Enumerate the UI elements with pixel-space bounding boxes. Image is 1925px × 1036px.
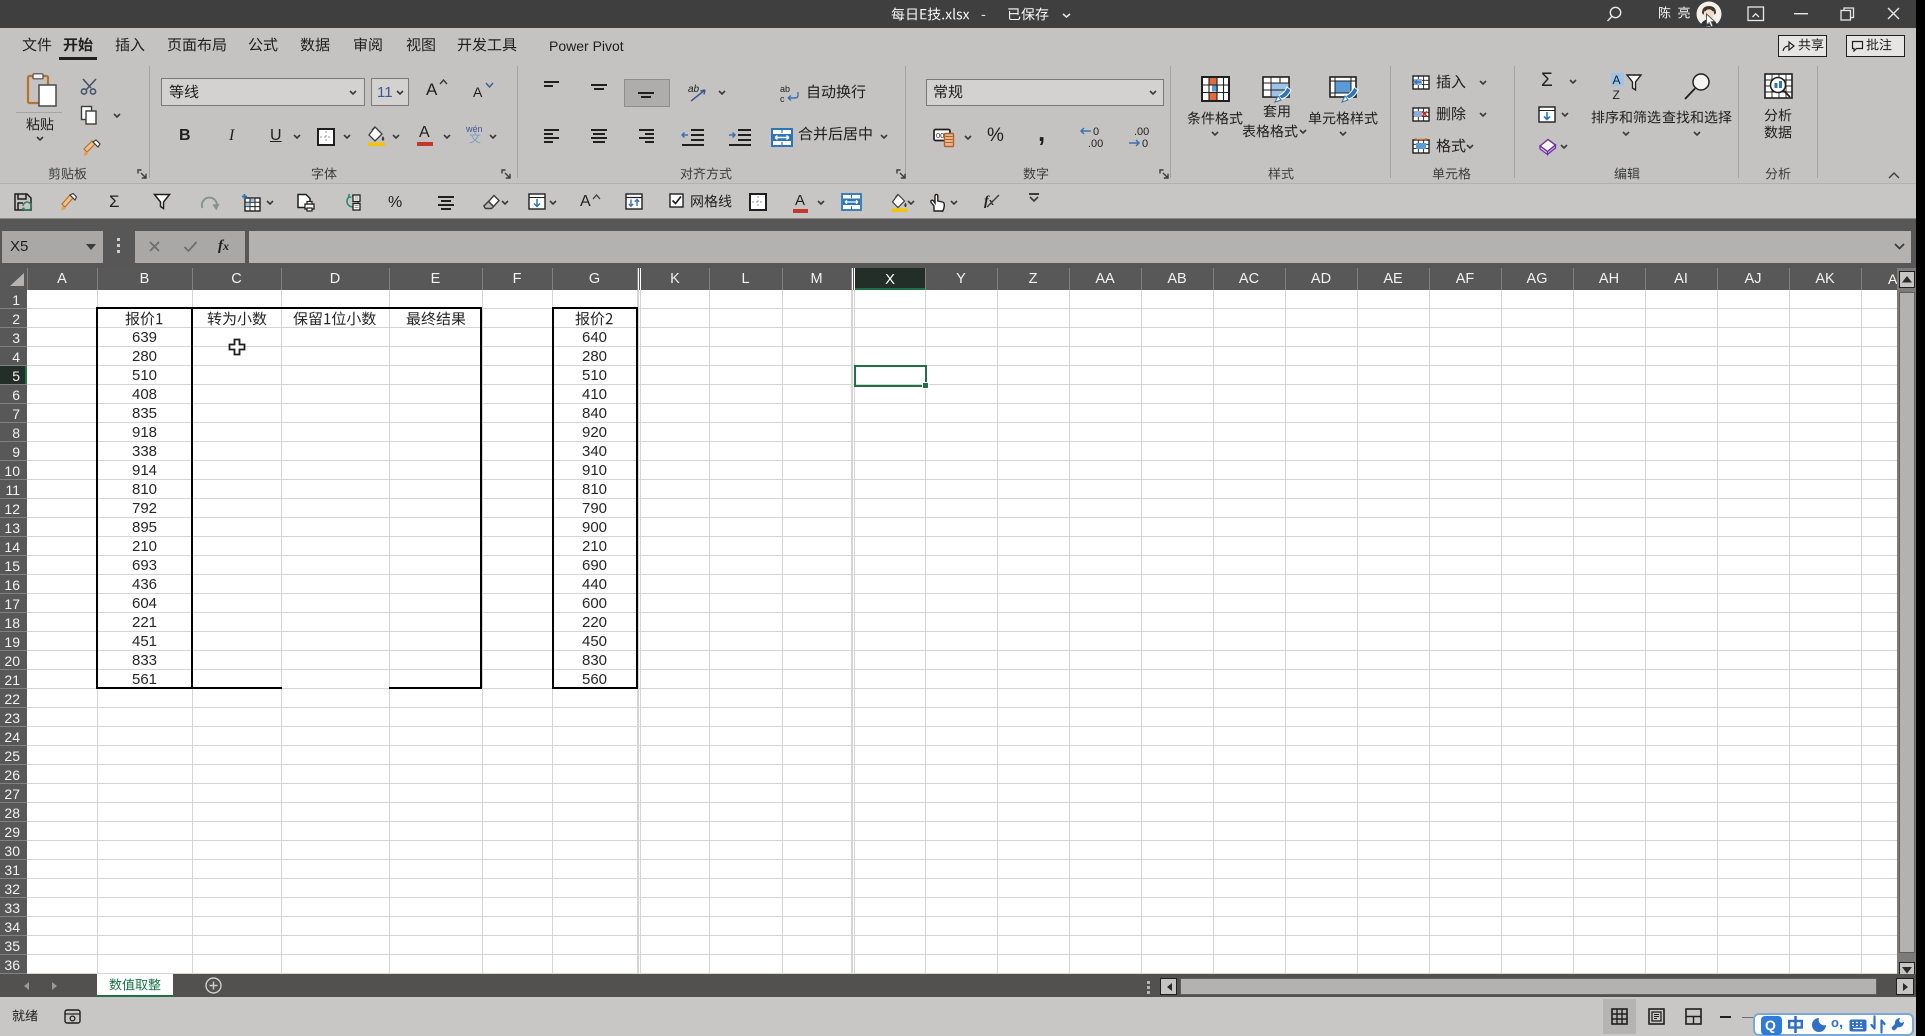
svg-text:c: c — [780, 94, 785, 103]
svg-text:A: A — [1613, 73, 1621, 87]
svg-text:00: 00 — [936, 131, 944, 140]
svg-text:ab: ab — [780, 84, 790, 94]
svg-text:0: 0 — [1093, 126, 1099, 138]
svg-text:.00: .00 — [1088, 138, 1103, 149]
svg-text:0: 0 — [1142, 138, 1148, 149]
svg-text:.00: .00 — [1134, 126, 1149, 138]
svg-text:ab: ab — [688, 84, 700, 95]
svg-text:Z: Z — [1613, 88, 1620, 102]
